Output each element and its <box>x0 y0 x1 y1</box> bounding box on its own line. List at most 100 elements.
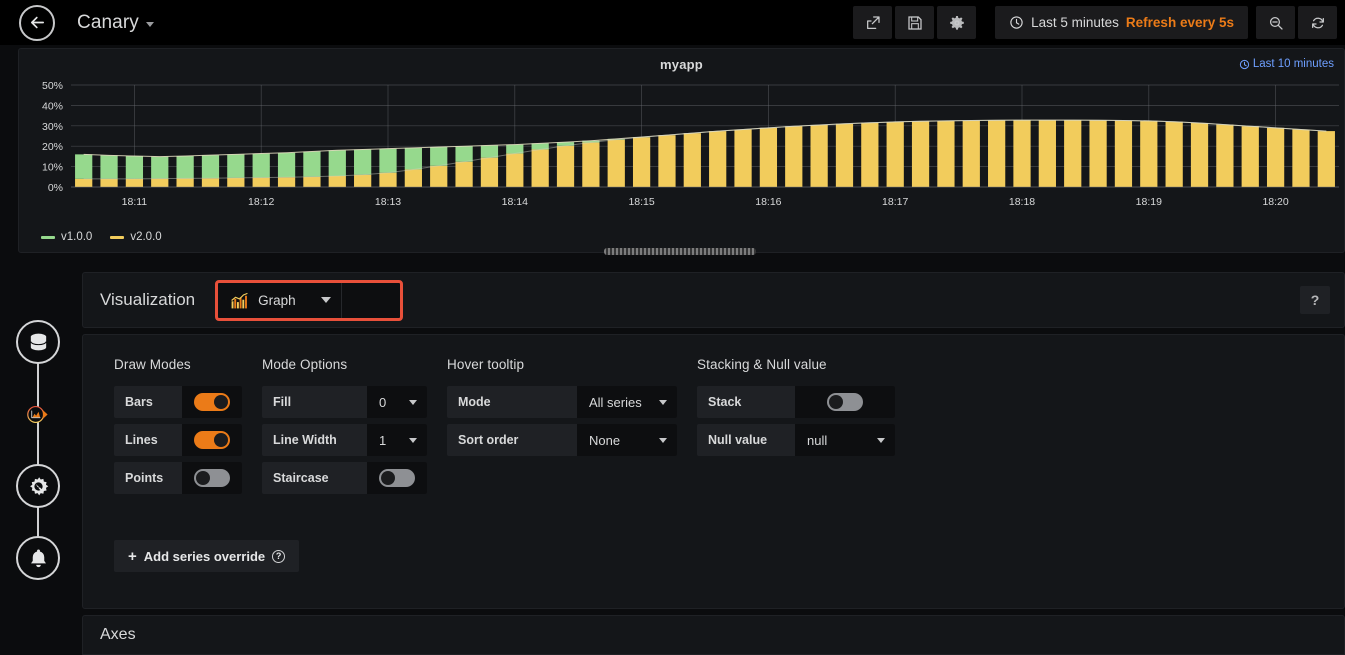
bar-v2 <box>836 124 853 187</box>
top-navigation-bar: Canary Last 5 <box>0 0 1345 45</box>
sidebar-item-general[interactable] <box>16 464 60 508</box>
bar-v2 <box>1140 121 1157 187</box>
bar-v2 <box>126 179 143 187</box>
x-axis-tick-label: 18:17 <box>882 196 908 208</box>
save-dashboard-button[interactable] <box>895 6 934 39</box>
select-fill[interactable]: 0 <box>367 386 427 418</box>
panel-time-override-text: Last 10 minutes <box>1253 58 1334 70</box>
option-row: ModeAll series <box>447 386 677 418</box>
add-series-override-label: Add series override <box>144 549 265 564</box>
visualization-picker[interactable]: Graph <box>215 280 403 321</box>
bar-v2 <box>912 121 929 187</box>
dashboard-settings-button[interactable] <box>937 6 976 39</box>
toggle-switch[interactable] <box>194 393 230 411</box>
dashboard-title-text: Canary <box>77 12 139 34</box>
axes-section[interactable]: Axes <box>82 615 1345 655</box>
refresh-interval-text: Refresh every 5s <box>1126 15 1234 30</box>
visualization-help-button[interactable]: ? <box>1300 286 1330 314</box>
option-group-title: Draw Modes <box>114 357 242 372</box>
option-group-title: Mode Options <box>262 357 427 372</box>
chevron-down-icon <box>659 438 667 443</box>
toggle-switch[interactable] <box>194 431 230 449</box>
x-axis-tick-label: 18:19 <box>1136 196 1162 208</box>
line-v2 <box>84 120 1327 179</box>
option-row: Lines <box>114 424 242 456</box>
bar-v2 <box>506 154 523 187</box>
select-value[interactable]: None <box>577 433 677 448</box>
bar-v1 <box>202 155 219 178</box>
share-dashboard-button[interactable] <box>853 6 892 39</box>
refresh-button[interactable] <box>1298 6 1337 39</box>
add-series-override-button[interactable]: + Add series override ? <box>114 540 299 572</box>
select-value[interactable]: All series <box>577 395 677 410</box>
axes-section-title: Axes <box>100 626 136 644</box>
bar-v2 <box>100 179 117 187</box>
select-mode[interactable]: All series <box>577 386 677 418</box>
y-axis-tick-label: 0% <box>48 182 63 194</box>
select-line-width[interactable]: 1 <box>367 424 427 456</box>
select-value[interactable]: 1 <box>367 433 427 448</box>
toggle-bars[interactable] <box>182 386 242 418</box>
bar-v1 <box>430 147 447 166</box>
bar-v2 <box>455 162 472 187</box>
bar-v2 <box>202 178 219 187</box>
y-axis-tick-label: 30% <box>42 121 63 133</box>
toggle-lines[interactable] <box>182 424 242 456</box>
x-axis-tick-label: 18:20 <box>1262 196 1288 208</box>
zoom-out-button[interactable] <box>1256 6 1295 39</box>
option-row: Bars <box>114 386 242 418</box>
search-minus-icon <box>1268 15 1284 31</box>
bar-v1 <box>253 154 270 178</box>
option-row: Sort orderNone <box>447 424 677 456</box>
select-value-text: All series <box>589 395 642 410</box>
visualization-select[interactable]: Graph <box>218 283 342 318</box>
select-null-value[interactable]: null <box>795 424 895 456</box>
dashboard-title[interactable]: Canary <box>77 12 154 34</box>
option-label: Points <box>114 471 182 485</box>
bar-v2 <box>176 178 193 187</box>
bar-v1 <box>126 156 143 179</box>
select-value[interactable]: null <box>795 433 895 448</box>
toggle-switch[interactable] <box>379 469 415 487</box>
sidebar-item-visualization[interactable] <box>16 392 60 436</box>
panel-resize-handle[interactable] <box>604 248 756 255</box>
sidebar-item-queries[interactable] <box>16 320 60 364</box>
gear-icon <box>949 15 965 31</box>
graph-panel: myapp Last 10 minutes 0%10%20%30%40%50%1… <box>18 48 1345 253</box>
toggle-stack[interactable] <box>795 386 895 418</box>
option-label: Fill <box>262 395 367 409</box>
bar-v2 <box>785 126 802 187</box>
y-axis-tick-label: 20% <box>42 141 63 153</box>
select-value[interactable]: 0 <box>367 395 427 410</box>
toggle-staircase[interactable] <box>367 462 427 494</box>
chevron-down-icon <box>659 400 667 405</box>
bar-v2 <box>709 131 726 187</box>
chart-area[interactable]: 0%10%20%30%40%50%18:1118:1218:1318:1418:… <box>19 75 1345 223</box>
time-range-picker[interactable]: Last 5 minutes Refresh every 5s <box>995 6 1248 39</box>
bar-v2 <box>861 123 878 187</box>
toggle-switch[interactable] <box>827 393 863 411</box>
bar-v2 <box>810 125 827 187</box>
x-axis-tick-label: 18:13 <box>375 196 401 208</box>
bar-v1 <box>354 149 371 174</box>
back-button[interactable] <box>19 5 55 41</box>
bar-v2 <box>1216 125 1233 187</box>
panel-time-override-link[interactable]: Last 10 minutes <box>1239 58 1334 70</box>
toggle-switch[interactable] <box>194 469 230 487</box>
option-columns: Draw Modes Bars Lines Points Mode Options Fil… <box>83 357 1344 500</box>
chevron-down-icon <box>409 438 417 443</box>
bar-v1 <box>303 152 320 177</box>
select-sort-order[interactable]: None <box>577 424 677 456</box>
sidebar-connector-line <box>37 342 39 560</box>
chevron-down-icon <box>409 400 417 405</box>
option-label: Null value <box>697 433 795 447</box>
bar-v2 <box>1039 120 1056 187</box>
toggle-points[interactable] <box>182 462 242 494</box>
bar-v2 <box>1089 120 1106 187</box>
legend-item[interactable]: v1.0.0 <box>41 231 92 243</box>
y-axis-tick-label: 10% <box>42 162 63 174</box>
legend-item[interactable]: v2.0.0 <box>110 231 161 243</box>
chevron-down-icon <box>877 438 885 443</box>
save-floppy-icon <box>907 15 923 31</box>
sidebar-item-alert[interactable] <box>16 536 60 580</box>
